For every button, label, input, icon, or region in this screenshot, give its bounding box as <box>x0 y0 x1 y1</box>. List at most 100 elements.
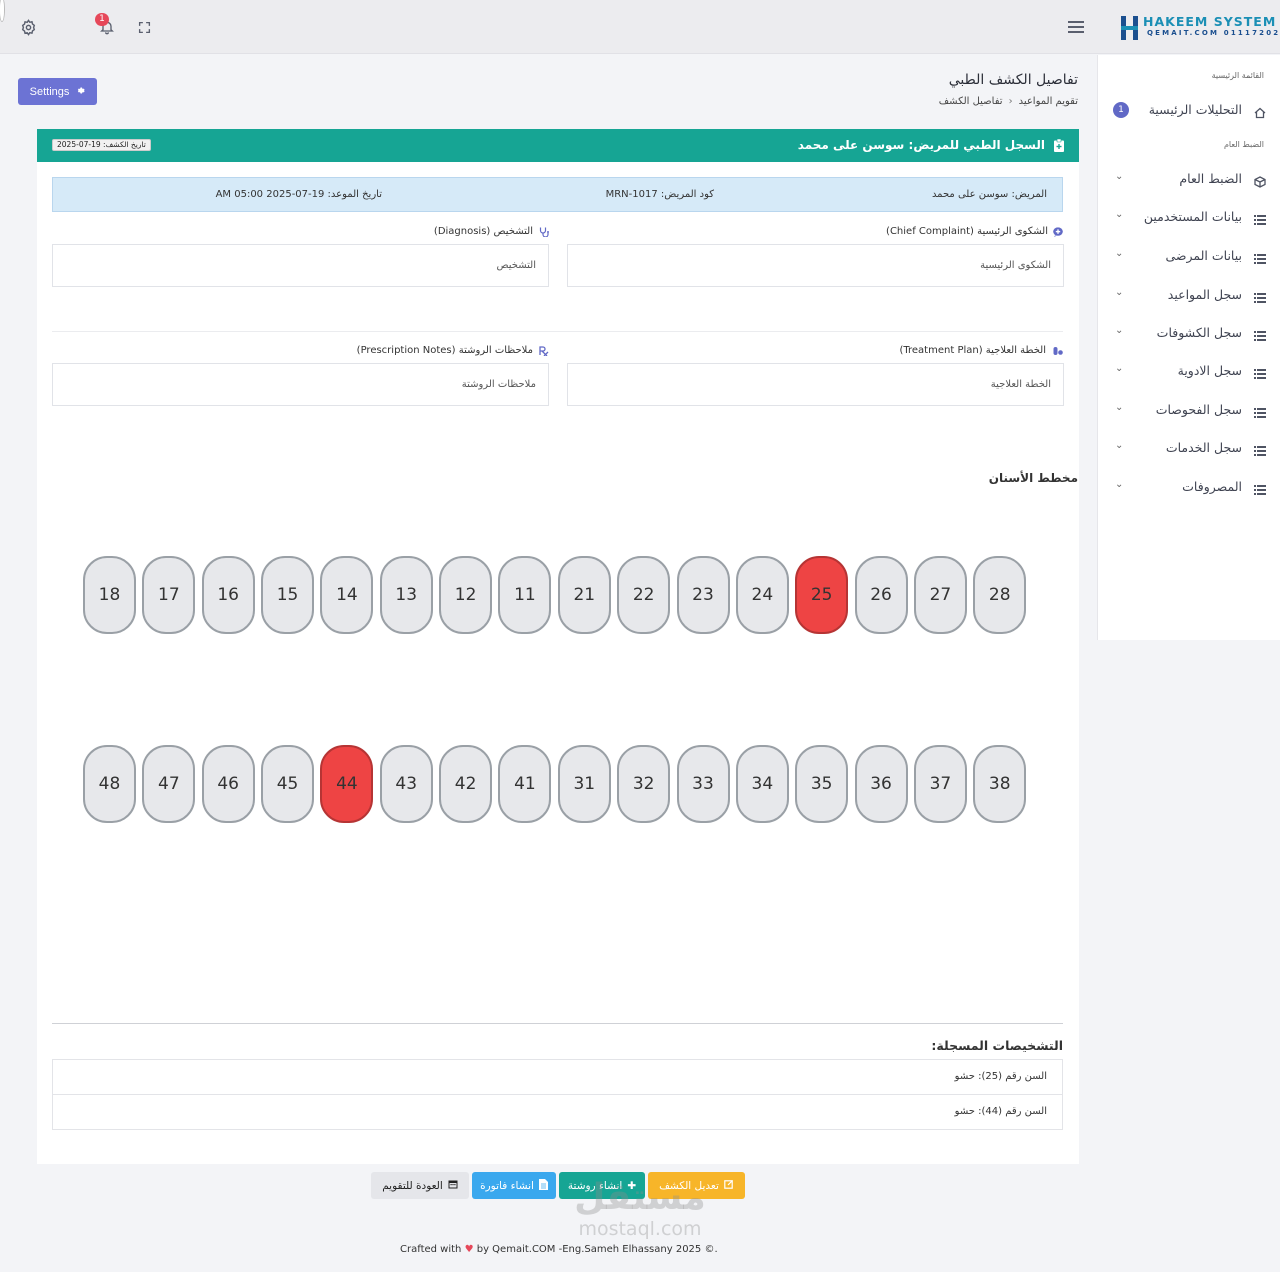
create-invoice-button[interactable]: انشاء فاتورة <box>472 1172 556 1199</box>
breadcrumb-current: تفاصيل الكشف <box>938 96 1003 107</box>
tooth-14[interactable]: 14 <box>320 556 374 634</box>
tooth-15[interactable]: 15 <box>261 556 315 634</box>
tooth-44[interactable]: 44 <box>320 745 374 823</box>
patient-info-bar: المريض: سوسن على محمد كود المريض: MRN-10… <box>52 177 1063 212</box>
tooth-38[interactable]: 38 <box>973 745 1027 823</box>
page-title: تفاصيل الكشف الطبي <box>948 72 1078 88</box>
tooth-12[interactable]: 12 <box>439 556 493 634</box>
tooth-17[interactable]: 17 <box>142 556 196 634</box>
diagnosis-row-text: السن رقم (25): حشو <box>954 1071 1047 1082</box>
tooth-31[interactable]: 31 <box>557 745 611 823</box>
chevron-down-icon: ⌄ <box>1115 402 1124 413</box>
box-icon <box>1254 173 1266 188</box>
tooth-45[interactable]: 45 <box>261 745 315 823</box>
list-icon <box>1254 442 1266 456</box>
heart-icon: ♥ <box>464 1244 474 1255</box>
exam-date-badge: تاريخ الكشف: 19-07-2025 <box>52 139 151 151</box>
tooth-13[interactable]: 13 <box>379 556 433 634</box>
breadcrumb-link-calendar[interactable]: تقويم المواعيد <box>1019 96 1078 107</box>
tooth-27[interactable]: 27 <box>913 556 967 634</box>
stethoscope-icon <box>539 227 549 237</box>
tooth-35[interactable]: 35 <box>795 745 849 823</box>
back-to-calendar-button[interactable]: العودة للتقويم <box>371 1172 469 1199</box>
tooth-41[interactable]: 41 <box>498 745 552 823</box>
user-avatar[interactable] <box>0 0 4 21</box>
tooth-42[interactable]: 42 <box>439 745 493 823</box>
tooth-32[interactable]: 32 <box>617 745 671 823</box>
medical-record-card: السجل الطبي للمريض: سوسن على محمد تاريخ … <box>37 129 1079 1164</box>
list-icon <box>1254 250 1266 264</box>
sidebar-item-services[interactable]: سجل الخدمات ⌄ <box>1098 436 1280 460</box>
divider <box>52 331 1063 332</box>
diagnosis-value: التشخيص <box>496 260 537 271</box>
notification-badge: 1 <box>95 13 109 26</box>
prescription-icon <box>539 346 549 356</box>
hamburger-menu-icon[interactable] <box>1063 14 1089 40</box>
sidebar-item-label: بيانات المستخدمين <box>1143 209 1242 224</box>
chevron-down-icon: ⌄ <box>1115 287 1124 298</box>
app-logo[interactable]: HAKEEM SYSTEM QEMAIT.COM 01117202166 <box>1120 14 1280 42</box>
edit-icon <box>724 1179 734 1192</box>
sidebar-item-label: التحليلات الرئيسية <box>1148 102 1242 117</box>
prescription-notes-value: ملاحظات الروشتة <box>461 379 536 390</box>
patient-name: المريض: سوسن على محمد <box>931 189 1047 200</box>
chevron-down-icon: ⌄ <box>1115 171 1124 182</box>
tooth-11[interactable]: 11 <box>498 556 552 634</box>
sidebar-item-patients[interactable]: بيانات المرضى ⌄ <box>1098 244 1280 268</box>
chief-complaint-label: الشكوى الرئيسية (Chief Complaint) <box>886 226 1048 237</box>
sidebar-item-tests[interactable]: سجل الفحوصات ⌄ <box>1098 398 1280 422</box>
tooth-43[interactable]: 43 <box>379 745 433 823</box>
chevron-down-icon: ⌄ <box>1115 479 1124 490</box>
tooth-28[interactable]: 28 <box>973 556 1027 634</box>
tooth-26[interactable]: 26 <box>854 556 908 634</box>
tooth-25[interactable]: 25 <box>795 556 849 634</box>
chevron-down-icon: ⌄ <box>1115 325 1124 336</box>
patient-code: كود المريض: MRN-1017 <box>605 189 714 200</box>
sidebar-item-label: سجل الخدمات <box>1165 440 1242 455</box>
fullscreen-icon[interactable] <box>131 14 157 40</box>
list-icon <box>1254 404 1266 418</box>
chevron-down-icon: ⌄ <box>1115 248 1124 259</box>
tooth-37[interactable]: 37 <box>913 745 967 823</box>
sidebar-item-label: بيانات المرضى <box>1165 248 1242 263</box>
diagnosis-label: التشخيص (Diagnosis) <box>433 226 533 237</box>
top-bar: 1 HAKEEM SYSTEM QEMAIT.COM 01117202166 <box>0 0 1280 54</box>
chevron-left-icon: ‹ <box>1008 96 1013 107</box>
tooth-24[interactable]: 24 <box>735 556 789 634</box>
sidebar-caption-general: الضبط العام <box>1223 140 1264 149</box>
settings-gear-icon[interactable] <box>15 14 41 40</box>
comment-medical-icon <box>1053 227 1063 237</box>
sidebar-item-examinations[interactable]: سجل الكشوفات ⌄ <box>1098 321 1280 345</box>
sidebar-item-general-settings[interactable]: الضبط العام ⌄ <box>1098 167 1280 191</box>
sidebar-item-label: سجل الكشوفات <box>1156 325 1242 340</box>
settings-button[interactable]: Settings <box>18 78 97 105</box>
chevron-down-icon: ⌄ <box>1115 363 1124 374</box>
footer-text-after: by Qemait.COM -Eng.Sameh Elhassany 2025 … <box>476 1244 718 1255</box>
chevron-down-icon: ⌄ <box>1115 209 1124 220</box>
sidebar-item-expenses[interactable]: المصروفات ⌄ <box>1098 475 1280 499</box>
tooth-36[interactable]: 36 <box>854 745 908 823</box>
tooth-33[interactable]: 33 <box>676 745 730 823</box>
tooth-46[interactable]: 46 <box>201 745 255 823</box>
treatment-plan-field[interactable]: الخطة العلاجية <box>567 363 1064 406</box>
breadcrumb: تقويم المواعيد ‹ تفاصيل الكشف <box>939 96 1078 107</box>
tooth-22[interactable]: 22 <box>617 556 671 634</box>
list-icon <box>1254 365 1266 379</box>
tooth-34[interactable]: 34 <box>735 745 789 823</box>
tooth-18[interactable]: 18 <box>83 556 136 634</box>
tooth-21[interactable]: 21 <box>557 556 611 634</box>
chief-complaint-field[interactable]: الشكوى الرئيسية <box>567 244 1064 287</box>
divider <box>52 1023 1063 1024</box>
sidebar-item-medicines[interactable]: سجل الادوية ⌄ <box>1098 359 1280 383</box>
tooth-48[interactable]: 48 <box>83 745 136 823</box>
tooth-23[interactable]: 23 <box>676 556 730 634</box>
diagnosis-field[interactable]: التشخيص <box>52 244 549 287</box>
sidebar-item-appointments[interactable]: سجل المواعيد ⌄ <box>1098 283 1280 307</box>
chevron-down-icon: ⌄ <box>1115 440 1124 451</box>
sidebar-item-analytics[interactable]: التحليلات الرئيسية 1 <box>1098 98 1280 122</box>
tooth-16[interactable]: 16 <box>201 556 255 634</box>
tooth-47[interactable]: 47 <box>142 745 196 823</box>
chief-complaint-value: الشكوى الرئيسية <box>980 260 1051 271</box>
sidebar-item-users[interactable]: بيانات المستخدمين ⌄ <box>1098 205 1280 229</box>
prescription-notes-field[interactable]: ملاحظات الروشتة <box>52 363 549 406</box>
